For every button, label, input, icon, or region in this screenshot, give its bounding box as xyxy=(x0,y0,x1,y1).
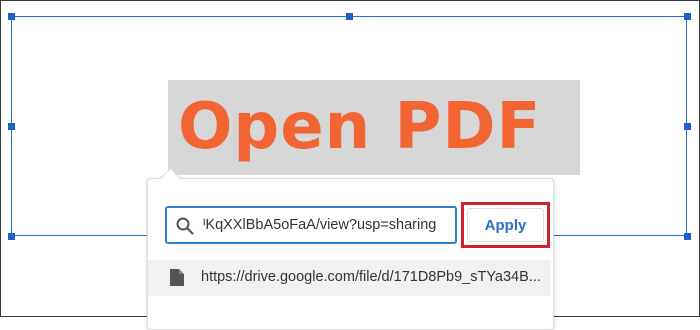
resize-handle-top-right[interactable] xyxy=(684,13,691,20)
resize-handle-bottom-left[interactable] xyxy=(8,233,15,240)
link-url-field[interactable] xyxy=(165,206,457,244)
resize-handle-bottom-right[interactable] xyxy=(684,233,691,240)
file-icon xyxy=(170,269,184,286)
resize-handle-top-middle[interactable] xyxy=(346,13,353,20)
apply-button[interactable]: Apply xyxy=(467,208,544,242)
selected-heading-text[interactable]: Open PDF xyxy=(178,84,541,170)
link-url-input[interactable] xyxy=(203,208,455,242)
resize-handle-top-left[interactable] xyxy=(8,13,15,20)
link-popup xyxy=(147,178,554,330)
search-icon xyxy=(176,217,194,235)
resize-handle-middle-right[interactable] xyxy=(684,123,691,130)
link-suggestion-item[interactable]: https://drive.google.com/file/d/171D8Pb9… xyxy=(148,260,551,296)
link-suggestion-text: https://drive.google.com/file/d/171D8Pb9… xyxy=(201,269,541,285)
resize-handle-middle-left[interactable] xyxy=(8,123,15,130)
